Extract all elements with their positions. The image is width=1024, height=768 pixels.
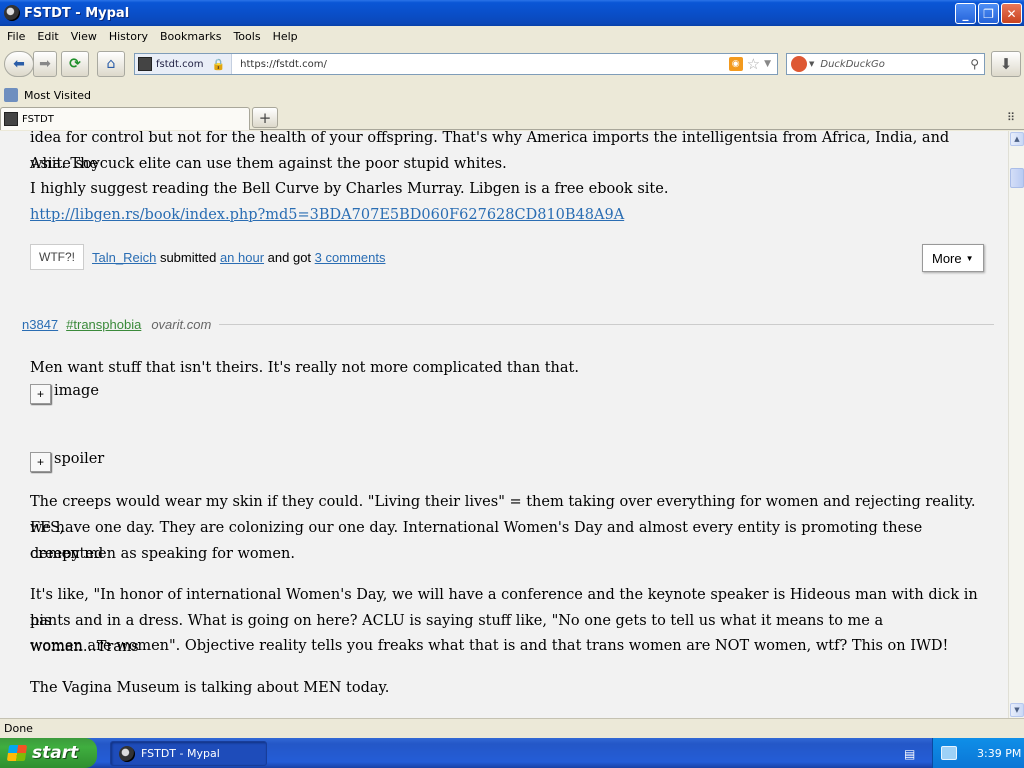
maximize-button[interactable]: ❐: [978, 3, 999, 24]
keyboard-language-icon[interactable]: ▤: [904, 747, 915, 761]
submitter-link[interactable]: Taln_Reich: [92, 250, 156, 265]
more-label: More: [932, 250, 962, 266]
post-source: ovarit.com: [151, 317, 212, 332]
most-visited-icon: [4, 88, 18, 102]
minimize-button[interactable]: _: [955, 3, 976, 24]
site-identity-label: fstdt.com: [156, 58, 204, 70]
network-icon[interactable]: [941, 746, 957, 760]
prev-post-text-line2: white soycuck elite can use them against…: [30, 156, 507, 172]
expand-spoiler-label: spoiler: [54, 451, 105, 467]
comments-link[interactable]: 3 comments: [315, 250, 386, 265]
menu-history[interactable]: History: [103, 30, 154, 43]
prev-post-text-line3: I highly suggest reading the Bell Curve …: [30, 181, 669, 197]
tab-favicon-icon: [4, 112, 18, 126]
window-title: FSTDT - Mypal: [24, 5, 130, 21]
window-titlebar[interactable]: FSTDT - Mypal _ ❐ ✕: [0, 0, 1024, 26]
submitted-label: submitted: [159, 249, 217, 265]
search-icon[interactable]: ⚲: [970, 57, 979, 71]
start-button[interactable]: start: [0, 738, 97, 768]
downloads-button[interactable]: ⬇: [991, 51, 1021, 77]
plus-icon: +: [258, 108, 272, 127]
taskbar-item-mypal[interactable]: FSTDT - Mypal: [110, 741, 267, 766]
home-button[interactable]: ⌂: [97, 51, 125, 77]
search-input[interactable]: DuckDuckGo: [820, 59, 970, 70]
tab-label: FSTDT: [22, 113, 54, 125]
home-icon: ⌂: [106, 56, 116, 72]
post-id-link[interactable]: n3847: [22, 317, 58, 332]
post-intro: Men want stuff that isn't theirs. It's r…: [30, 360, 579, 376]
menu-tools[interactable]: Tools: [227, 30, 266, 43]
menu-bookmarks[interactable]: Bookmarks: [154, 30, 227, 43]
tab-list-icon[interactable]: ⠿: [1007, 111, 1015, 124]
new-tab-button[interactable]: +: [252, 107, 278, 128]
back-arrow-icon: ⬅: [13, 56, 25, 72]
post-header: n3847 #transphobia ovarit.com: [22, 317, 994, 332]
status-text: Done: [4, 722, 33, 735]
mypal-app-icon: [4, 5, 20, 21]
start-label: start: [32, 743, 79, 763]
post-meta-bar: WTF?! Taln_Reich submitted an hour and g…: [30, 244, 385, 270]
expand-image-label: image: [54, 383, 99, 399]
close-button[interactable]: ✕: [1001, 3, 1022, 24]
time-ago-link[interactable]: an hour: [220, 250, 264, 265]
post-para2-line3: women are women". Objective reality tell…: [30, 638, 949, 654]
search-engine-dropdown-icon[interactable]: ▼: [809, 60, 814, 68]
system-tray: 3:39 PM: [932, 738, 1024, 768]
taskbar-item-label: FSTDT - Mypal: [141, 747, 220, 760]
menu-edit[interactable]: Edit: [31, 30, 64, 43]
menu-help[interactable]: Help: [267, 30, 304, 43]
duckduckgo-icon[interactable]: [791, 56, 807, 72]
tab-fstdt[interactable]: FSTDT: [0, 107, 250, 130]
and-got-label: and got: [267, 249, 312, 265]
more-button[interactable]: More ▼: [922, 244, 984, 272]
bookmark-star-icon[interactable]: ☆: [747, 55, 760, 73]
status-bar: Done: [0, 718, 1024, 738]
windows-taskbar: start FSTDT - Mypal ▤ 3:39 PM: [0, 738, 1024, 768]
vertical-scrollbar[interactable]: ▲ ▼: [1008, 131, 1024, 718]
bookmarks-toolbar: Most Visited: [0, 84, 1024, 106]
site-favicon-icon: [138, 57, 152, 71]
reload-icon: ⟳: [69, 56, 81, 72]
menu-bar: File Edit View History Bookmarks Tools H…: [0, 26, 1024, 46]
mypal-taskbar-icon: [119, 745, 135, 762]
page-content: idea for control but not for the health …: [0, 131, 1008, 718]
post-para1-line3: creepy men as speaking for women.: [30, 546, 295, 562]
scroll-up-arrow-icon[interactable]: ▲: [1010, 132, 1024, 146]
url-dropdown-icon[interactable]: ▼: [764, 59, 771, 69]
navigation-toolbar: ⬅ ➡ ⟳ ⌂ fstdt.com 🔒 https://fstdt.com/ ◉…: [0, 46, 1024, 82]
forward-arrow-icon: ➡: [39, 56, 51, 72]
expand-spoiler-button[interactable]: +: [30, 452, 51, 472]
tab-strip: FSTDT + ⠿: [0, 106, 1024, 130]
menu-view[interactable]: View: [65, 30, 103, 43]
libgen-link[interactable]: http://libgen.rs/book/index.php?md5=3BDA…: [30, 207, 624, 223]
lock-icon: 🔒: [211, 57, 226, 71]
url-bar[interactable]: fstdt.com 🔒 https://fstdt.com/ ◉ ☆ ▼: [134, 53, 778, 75]
scrollbar-thumb[interactable]: [1010, 168, 1024, 188]
rss-feed-icon[interactable]: ◉: [728, 57, 743, 71]
url-input[interactable]: https://fstdt.com/: [232, 59, 728, 70]
wtf-badge-button[interactable]: WTF?!: [30, 244, 84, 270]
search-bar[interactable]: ▼ DuckDuckGo ⚲: [786, 53, 985, 75]
caret-down-icon: ▼: [965, 253, 974, 263]
download-arrow-icon: ⬇: [999, 55, 1013, 73]
reload-button[interactable]: ⟳: [61, 51, 89, 77]
forward-button[interactable]: ➡: [33, 51, 57, 77]
tag-link[interactable]: #transphobia: [66, 317, 141, 332]
windows-logo-icon: [6, 745, 28, 761]
header-divider: [219, 324, 994, 325]
expand-image-button[interactable]: +: [30, 384, 51, 404]
menu-file[interactable]: File: [0, 30, 31, 43]
post-para3: The Vagina Museum is talking about MEN t…: [30, 680, 390, 696]
scroll-down-arrow-icon[interactable]: ▼: [1010, 703, 1024, 717]
back-button[interactable]: ⬅: [4, 51, 34, 77]
clock[interactable]: 3:39 PM: [977, 747, 1021, 760]
site-identity-button[interactable]: fstdt.com 🔒: [135, 54, 233, 74]
most-visited-bookmark[interactable]: Most Visited: [24, 89, 91, 102]
